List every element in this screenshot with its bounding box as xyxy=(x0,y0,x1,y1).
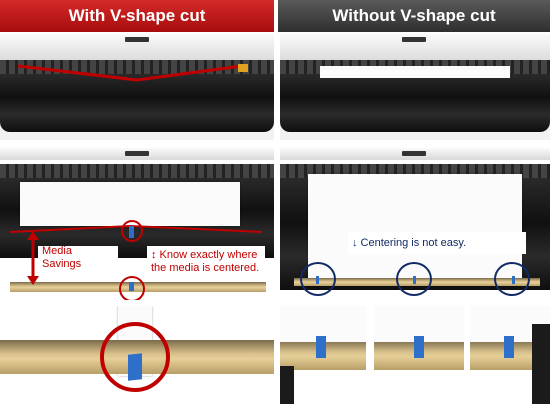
right-closeup-center-photo xyxy=(374,306,464,404)
center-highlight-circle xyxy=(121,220,143,242)
without-v-shape-title: Without V-shape cut xyxy=(332,6,496,25)
right-closeup-left-photo xyxy=(280,306,366,404)
left-printer-sheet-photo: Media Savings ↕ Know exactly where the m… xyxy=(0,148,274,300)
printer-logo xyxy=(125,151,149,156)
right-closeup-right-photo xyxy=(470,306,550,404)
media-savings-label: Media Savings xyxy=(42,245,82,270)
v-cut-line-graphic xyxy=(17,64,248,82)
marker-center-circle xyxy=(396,262,432,296)
closeup-tab-right xyxy=(504,336,514,358)
printer-logo xyxy=(402,151,426,156)
left-printer-vcut-photo xyxy=(0,34,274,140)
centering-callout: ↓ Centering is not easy. xyxy=(348,232,526,254)
printer-body xyxy=(280,74,550,132)
right-printer-straight-photo xyxy=(280,34,550,140)
centering-label: ↓ Centering is not easy. xyxy=(352,236,467,249)
printer-rail xyxy=(0,164,274,178)
left-roller-closeup-photo xyxy=(0,306,274,404)
printer-side-frame xyxy=(280,366,294,404)
with-v-shape-title: With V-shape cut xyxy=(68,6,206,25)
roller-center-circle xyxy=(119,276,145,300)
know-centered-label: ↕ Know exactly where the media is center… xyxy=(151,249,260,274)
with-v-shape-header: With V-shape cut xyxy=(0,0,274,32)
right-printer-sheet-photo: ↓ Centering is not easy. xyxy=(280,148,550,300)
media-savings-callout: Media Savings xyxy=(38,245,118,270)
printer-side-frame xyxy=(532,324,550,404)
printer-logo xyxy=(402,37,426,42)
know-centered-callout: ↕ Know exactly where the media is center… xyxy=(147,246,265,280)
marker-left-circle xyxy=(300,262,336,296)
without-v-shape-header: Without V-shape cut xyxy=(278,0,550,32)
closeup-tab-left xyxy=(316,336,326,358)
marker-right-circle xyxy=(494,262,530,296)
media-sheet-straight xyxy=(320,66,510,78)
closeup-center-circle xyxy=(100,322,170,392)
printer-logo xyxy=(125,37,149,42)
closeup-tab-center xyxy=(414,336,424,358)
